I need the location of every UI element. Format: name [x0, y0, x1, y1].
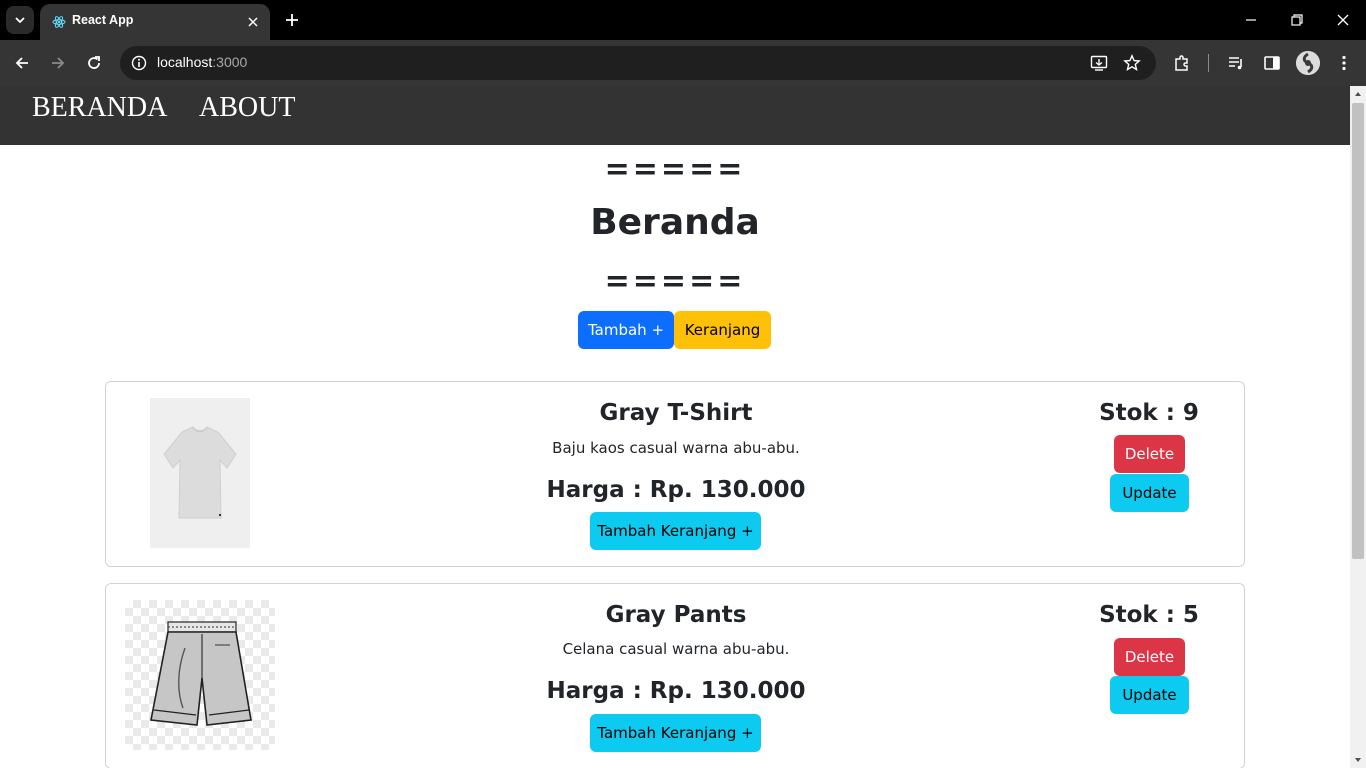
arrow-left-icon [15, 57, 28, 69]
restore-icon [1291, 14, 1303, 26]
product-description: Celana casual warna abu-abu. [562, 640, 790, 658]
install-icon [1090, 55, 1108, 71]
puzzle-icon [1175, 55, 1188, 71]
url-port: :3000 [212, 54, 248, 70]
product-card: Gray Pants Celana casual warna abu-abu. … [105, 583, 1245, 768]
decoration-bottom: ===== [604, 264, 746, 299]
nav-link-about[interactable]: ABOUT [199, 92, 295, 124]
scroll-up-button[interactable] [1350, 86, 1366, 102]
page-viewport: BERANDA ABOUT ===== Beranda ===== Tambah… [0, 86, 1350, 768]
react-logo-icon [52, 16, 66, 28]
chevron-down-icon [15, 17, 25, 24]
delete-button[interactable]: Delete [1114, 638, 1185, 676]
back-button[interactable] [10, 51, 34, 75]
profile-icon [1296, 51, 1320, 75]
forward-button[interactable] [46, 51, 70, 75]
browser-menu-button[interactable] [1332, 51, 1356, 75]
browser-toolbar: localhost:3000 [0, 40, 1366, 86]
minimize-icon [1246, 19, 1256, 21]
site-navbar: BERANDA ABOUT [0, 86, 1350, 145]
toolbar-separator [1208, 54, 1209, 72]
address-bar[interactable]: localhost:3000 [120, 46, 1156, 80]
browser-tab[interactable]: React App [40, 4, 270, 40]
reload-button[interactable] [82, 51, 106, 75]
close-icon [1337, 14, 1349, 26]
product-card: Gray T-Shirt Baju kaos casual warna abu-… [105, 381, 1245, 567]
scroll-down-button[interactable] [1350, 752, 1366, 768]
media-control-button[interactable] [1224, 51, 1248, 75]
nav-link-beranda[interactable]: BERANDA [32, 92, 167, 124]
bookmark-button[interactable] [1121, 52, 1143, 74]
page-title: Beranda [590, 202, 760, 243]
minimize-button[interactable] [1236, 6, 1266, 34]
tab-search-button[interactable] [6, 6, 34, 34]
site-info-button[interactable] [128, 52, 150, 74]
cart-button[interactable]: Keranjang [674, 311, 771, 349]
close-window-button[interactable] [1328, 6, 1358, 34]
profile-avatar[interactable] [1296, 51, 1320, 75]
info-icon [131, 55, 147, 71]
triangle-up-icon [1355, 92, 1361, 96]
update-button[interactable]: Update [1110, 474, 1189, 512]
install-app-button[interactable] [1088, 52, 1110, 74]
triangle-down-icon [1355, 758, 1361, 762]
update-button[interactable]: Update [1110, 676, 1189, 714]
extensions-button[interactable] [1170, 51, 1194, 75]
reload-icon [88, 56, 100, 69]
product-stock: Stok : 5 [1099, 602, 1199, 628]
url-text[interactable]: localhost:3000 [157, 54, 247, 70]
product-stock: Stok : 9 [1099, 400, 1199, 426]
add-to-cart-button[interactable]: Tambah Keranjang + [590, 714, 761, 752]
close-icon [248, 17, 258, 27]
browser-tab-bar: React App [0, 0, 1366, 40]
side-panel-icon [1264, 56, 1280, 70]
star-icon [1123, 54, 1141, 71]
playlist-icon [1229, 57, 1242, 70]
url-host: localhost [157, 54, 213, 70]
add-product-button[interactable]: Tambah + [578, 311, 674, 349]
arrow-right-icon [52, 57, 65, 69]
tab-close-button[interactable] [244, 13, 262, 31]
scrollbar-thumb[interactable] [1352, 103, 1364, 559]
product-price: Harga : Rp. 130.000 [546, 678, 806, 704]
decoration-top: ===== [604, 152, 746, 187]
add-to-cart-button[interactable]: Tambah Keranjang + [590, 512, 761, 550]
more-vertical-icon [1342, 55, 1346, 71]
tab-title: React App [72, 13, 134, 27]
restore-button[interactable] [1282, 6, 1312, 34]
page-scrollbar[interactable] [1350, 86, 1366, 768]
new-tab-button[interactable] [282, 10, 302, 30]
side-panel-button[interactable] [1260, 51, 1284, 75]
delete-button[interactable]: Delete [1114, 435, 1185, 473]
product-price: Harga : Rp. 130.000 [546, 477, 806, 503]
product-description: Baju kaos casual warna abu-abu. [552, 439, 800, 457]
plus-icon [286, 14, 298, 26]
